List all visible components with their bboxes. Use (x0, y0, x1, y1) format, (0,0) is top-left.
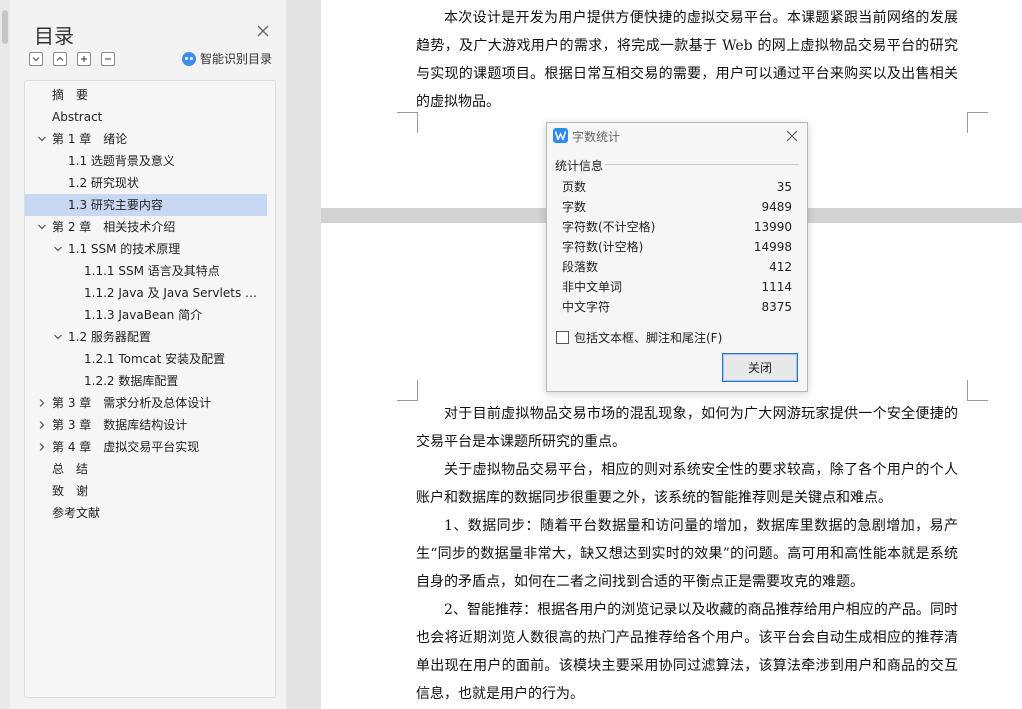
chevron-down-icon[interactable] (52, 326, 64, 348)
stat-row-chinese-chars: 中文字符 8375 (562, 300, 792, 314)
smart-toc-label: 智能识别目录 (200, 52, 273, 66)
include-textbox-checkbox[interactable]: 包括文本框、脚注和尾注(F) (556, 329, 722, 346)
paragraph: 1、数据同步：随着平台数据量和访问量的增加，数据库里数据的急剧增加，易产生“同步… (416, 518, 958, 590)
page-corner-mark (967, 380, 988, 401)
smart-toc-button[interactable]: 智能识别目录 (182, 50, 272, 67)
checkbox-label: 包括文本框、脚注和尾注(F) (574, 331, 723, 345)
toc-item-chapter-3b[interactable]: 第 3 章 数据库结构设计 (25, 414, 267, 436)
toc-item-2-2-2[interactable]: 1.2.2 数据库配置 (25, 370, 267, 392)
paragraph: 关于虚拟物品交易平台，相应的则对系统安全性的要求较高，除了各个用户的个人账户和数… (416, 462, 958, 506)
toc-item-2-1[interactable]: 1.1 SSM 的技术原理 (25, 238, 267, 260)
toc-item-1-3[interactable]: 1.3 研究主要内容 (25, 194, 267, 216)
paragraph: 2、智能推荐：根据各用户的浏览记录以及收藏的商品推荐给用户相应的产品。同时也会将… (416, 602, 958, 702)
chevron-right-icon[interactable] (36, 392, 48, 414)
toc-item-2-1-3[interactable]: 1.1.3 JavaBean 简介 (25, 304, 267, 326)
toc-item-2-1-1[interactable]: 1.1.1 SSM 语言及其特点 (25, 260, 267, 282)
toc-item-1-1[interactable]: 1.1 选题背景及意义 (25, 150, 267, 172)
stats-group-label: 统计信息 (555, 159, 604, 173)
chevron-right-icon[interactable] (36, 436, 48, 458)
toc-item-chapter-2[interactable]: 第 2 章 相关技术介绍 (25, 216, 267, 238)
page-corner-mark (397, 380, 418, 401)
toc-item-references[interactable]: 参考文献 (25, 502, 267, 524)
toc-item-chapter-3[interactable]: 第 3 章 需求分析及总体设计 (25, 392, 267, 414)
page-corner-mark (967, 112, 988, 133)
collapse-up-icon[interactable] (53, 52, 67, 66)
expand-all-icon[interactable] (77, 52, 91, 66)
close-icon[interactable] (254, 22, 272, 40)
toc-item-thanks[interactable]: 致 谢 (25, 480, 267, 502)
chevron-down-icon[interactable] (36, 128, 48, 150)
toc-item-chapter-4[interactable]: 第 4 章 虚拟交易平台实现 (25, 436, 267, 458)
paragraph: 对于目前虚拟物品交易市场的混乱现象，如何为广大网游玩家提供一个安全便捷的交易平台… (416, 406, 958, 450)
toc-item-abstract-en[interactable]: Abstract (25, 106, 267, 128)
close-button[interactable]: 关闭 (722, 353, 798, 382)
checkbox-box[interactable] (556, 331, 569, 344)
wps-logo-icon (553, 128, 568, 143)
panel-separator[interactable] (286, 0, 321, 709)
collapse-all-icon[interactable] (101, 52, 115, 66)
paragraph: 本次设计是开发为用户提供方便快捷的虚拟交易平台。本课题紧跟当前网络的发展趋势，及… (416, 10, 958, 110)
word-count-dialog: 字数统计 统计信息 页数 35 字数 9489 字符数(不计空格) 13990 字符数… (546, 122, 808, 392)
toc-panel: 目录 智能识别目录 摘 要 Abstract 第 1 章 绪论 1.1 选题背景… (10, 0, 286, 709)
toc-item-2-2-1[interactable]: 1.2.1 Tomcat 安装及配置 (25, 348, 267, 370)
stat-row-chars-with-spaces: 字符数(计空格) 14998 (562, 240, 792, 254)
ai-assistant-icon (182, 51, 196, 66)
dialog-title: 字数统计 (572, 130, 621, 144)
chevron-down-icon[interactable] (52, 238, 64, 260)
scrollbar-thumb[interactable] (2, 10, 8, 44)
toc-item-summary[interactable]: 总 结 (25, 458, 267, 480)
toc-item-2-2[interactable]: 1.2 服务器配置 (25, 326, 267, 348)
toc-list: 摘 要 Abstract 第 1 章 绪论 1.1 选题背景及意义 1.2 研究… (24, 80, 276, 698)
toc-item-1-2[interactable]: 1.2 研究现状 (25, 172, 267, 194)
stat-row-words: 字数 9489 (562, 200, 792, 214)
stat-row-non-chinese-words: 非中文单词 1114 (562, 280, 792, 294)
toc-item-2-1-2[interactable]: 1.1.2 Java 及 Java Servlets 概... (25, 282, 267, 304)
toc-title: 目录 (34, 24, 74, 48)
toc-toolbar (29, 52, 115, 66)
stat-row-pages: 页数 35 (562, 180, 792, 194)
close-icon[interactable] (785, 129, 799, 143)
dialog-titlebar[interactable]: 字数统计 (547, 123, 807, 149)
page-corner-mark (397, 112, 418, 133)
stat-row-paragraphs: 段落数 412 (562, 260, 792, 274)
toc-item-chapter-1[interactable]: 第 1 章 绪论 (25, 128, 267, 150)
toc-item-abstract-cn[interactable]: 摘 要 (25, 84, 267, 106)
chevron-down-icon[interactable] (36, 216, 48, 238)
left-scrollbar[interactable] (0, 0, 10, 709)
stat-row-chars-no-spaces: 字符数(不计空格) 13990 (562, 220, 792, 234)
chevron-right-icon[interactable] (36, 414, 48, 436)
expand-down-icon[interactable] (29, 52, 43, 66)
divider (605, 164, 799, 165)
